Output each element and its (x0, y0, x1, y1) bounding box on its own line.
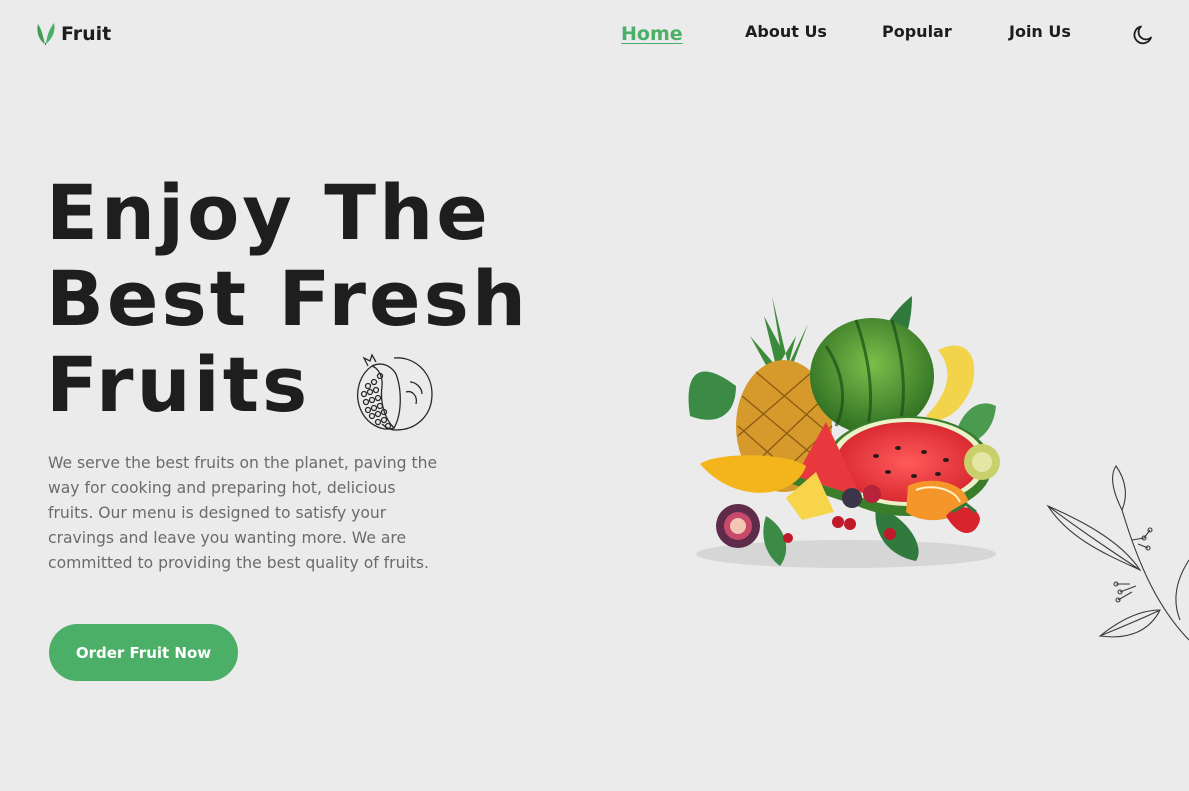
pomegranate-icon (357, 353, 433, 431)
brand-logo[interactable]: Fruit (35, 22, 111, 46)
hero-headline: Enjoy The Best Fresh Fruits (46, 170, 529, 428)
leaf-icon (37, 23, 55, 45)
nav-home[interactable]: Home (621, 23, 683, 45)
branch-icon (1046, 465, 1189, 641)
fruit-bowl-image (688, 296, 1000, 568)
headline-line-2: Best Fresh (46, 254, 529, 343)
nav-popular[interactable]: Popular (882, 22, 952, 41)
brand-name: Fruit (61, 23, 112, 45)
nav-join-us[interactable]: Join Us (1009, 22, 1071, 41)
hero-description: We serve the best fruits on the planet, … (48, 454, 438, 572)
headline-line-1: Enjoy The (46, 168, 491, 257)
order-fruit-button[interactable]: Order Fruit Now (49, 624, 238, 681)
moon-icon[interactable] (1131, 23, 1155, 47)
nav-about-us[interactable]: About Us (745, 22, 827, 41)
headline-line-3: Fruits (46, 340, 311, 429)
